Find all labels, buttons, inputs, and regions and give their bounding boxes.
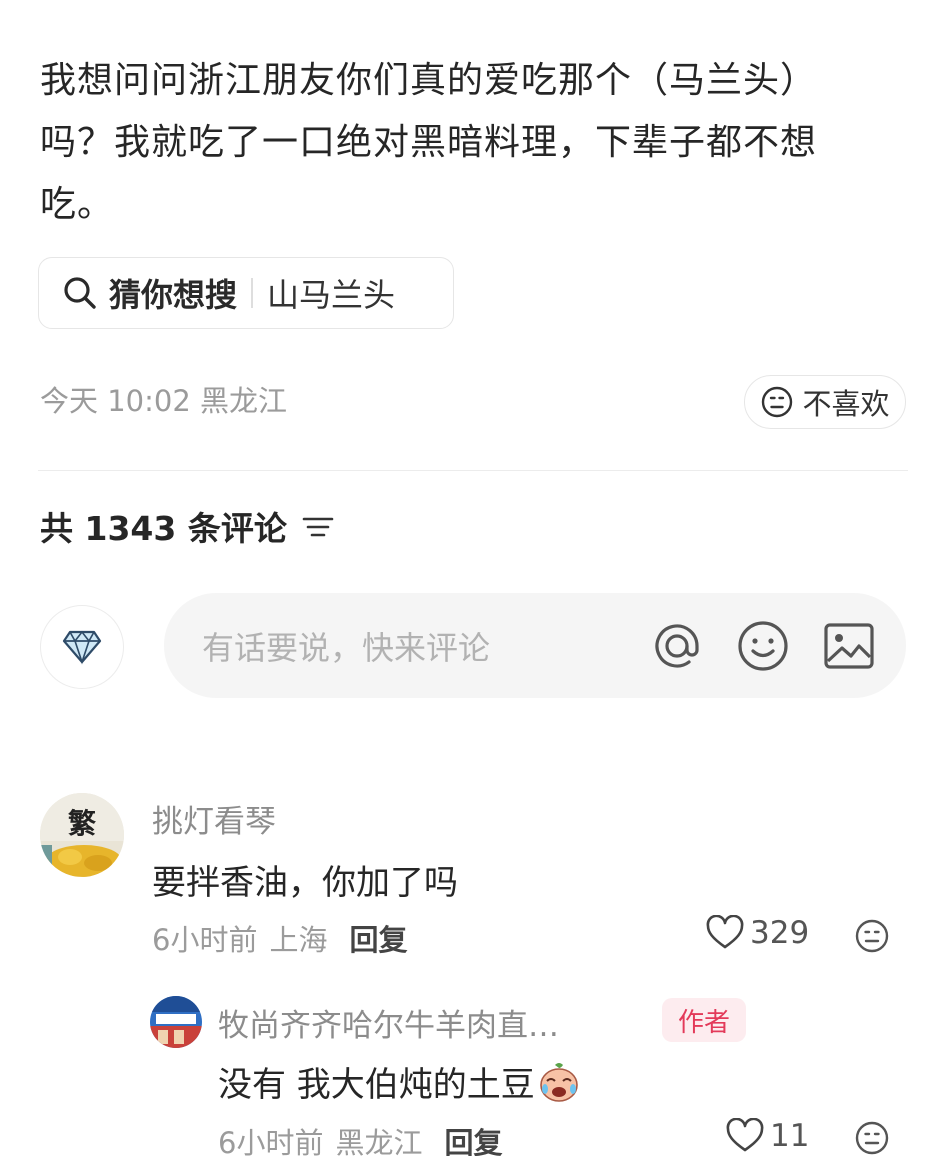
author-badge: 作者: [662, 998, 746, 1042]
emoji-icon[interactable]: [736, 619, 790, 673]
avatar[interactable]: [150, 996, 202, 1048]
diamond-icon: [62, 630, 102, 665]
post-meta: 今天 10:02 黑龙江: [40, 378, 287, 420]
sort-icon[interactable]: [301, 511, 335, 541]
search-hint-query: 山马兰头: [267, 276, 396, 314]
comment-input-placeholder: 有话要说，快来评论: [202, 628, 491, 667]
reply-time: 6小时前: [218, 1126, 324, 1156]
image-icon[interactable]: [822, 619, 876, 673]
comment-text: 要拌香油，你加了吗: [152, 863, 458, 903]
post-text-line: 吃。: [40, 184, 115, 225]
reply-button[interactable]: 回复: [444, 1120, 502, 1156]
dislike-button[interactable]: 不喜欢: [744, 375, 906, 429]
avatar[interactable]: 繁: [40, 793, 124, 877]
reply-text-content: 没有 我大伯炖的土豆: [218, 1065, 535, 1105]
avatar-image: [150, 996, 202, 1048]
post-text-line: 我想问问浙江朋友你们真的爱吃那个（马兰头）: [40, 60, 818, 101]
avatar[interactable]: [40, 605, 124, 689]
search-hint-title: 猜你想搜: [109, 276, 238, 314]
reply-author[interactable]: 牧尚齐齐哈尔牛羊肉直…: [218, 1000, 559, 1045]
reply-text: 没有 我大伯炖的土豆: [218, 1057, 581, 1106]
post-text-line: 吗？我就吃了一口绝对黑暗料理，下辈子都不想: [40, 122, 818, 163]
reply-meta: 6小时前 黑龙江 回复: [218, 1120, 502, 1156]
comment-count: 共 1343 条评论: [40, 509, 287, 548]
neutral-face-icon[interactable]: [854, 1120, 890, 1156]
comment-meta: 6小时前 上海 回复: [152, 917, 407, 959]
reply-location: 黑龙江: [335, 1126, 423, 1156]
search-suggestion-chip[interactable]: 猜你想搜 山马兰头: [38, 257, 454, 329]
post-text: 我想问问浙江朋友你们真的爱吃那个（马兰头） 吗？我就吃了一口绝对黑暗料理，下辈子…: [40, 50, 910, 236]
comment-time: 6小时前: [152, 923, 258, 957]
comments-header: 共 1343 条评论: [40, 502, 335, 550]
reply-button[interactable]: 回复: [349, 917, 407, 959]
avatar-image: 繁: [40, 793, 124, 877]
like-count: 11: [770, 1118, 810, 1154]
svg-text:繁: 繁: [68, 807, 97, 840]
heart-icon: [726, 1118, 764, 1152]
like-button[interactable]: 11: [726, 1118, 809, 1154]
like-count: 329: [750, 915, 810, 951]
post-location: 黑龙江: [200, 384, 288, 418]
heart-icon: [706, 915, 744, 949]
comment-location: 上海: [269, 923, 328, 957]
comment-author[interactable]: 挑灯看琴: [152, 796, 276, 841]
post-date: 今天 10:02: [40, 384, 191, 418]
neutral-face-icon: [762, 386, 793, 418]
crying-laugh-emoji-icon: [540, 1062, 578, 1102]
at-mention-icon[interactable]: [650, 619, 704, 673]
divider: [251, 278, 254, 308]
comment-input[interactable]: 有话要说，快来评论: [164, 593, 906, 698]
like-button[interactable]: 329: [706, 915, 809, 951]
divider: [38, 470, 908, 471]
search-icon: [64, 277, 96, 309]
neutral-face-icon[interactable]: [854, 918, 890, 954]
dislike-label: 不喜欢: [802, 387, 890, 421]
